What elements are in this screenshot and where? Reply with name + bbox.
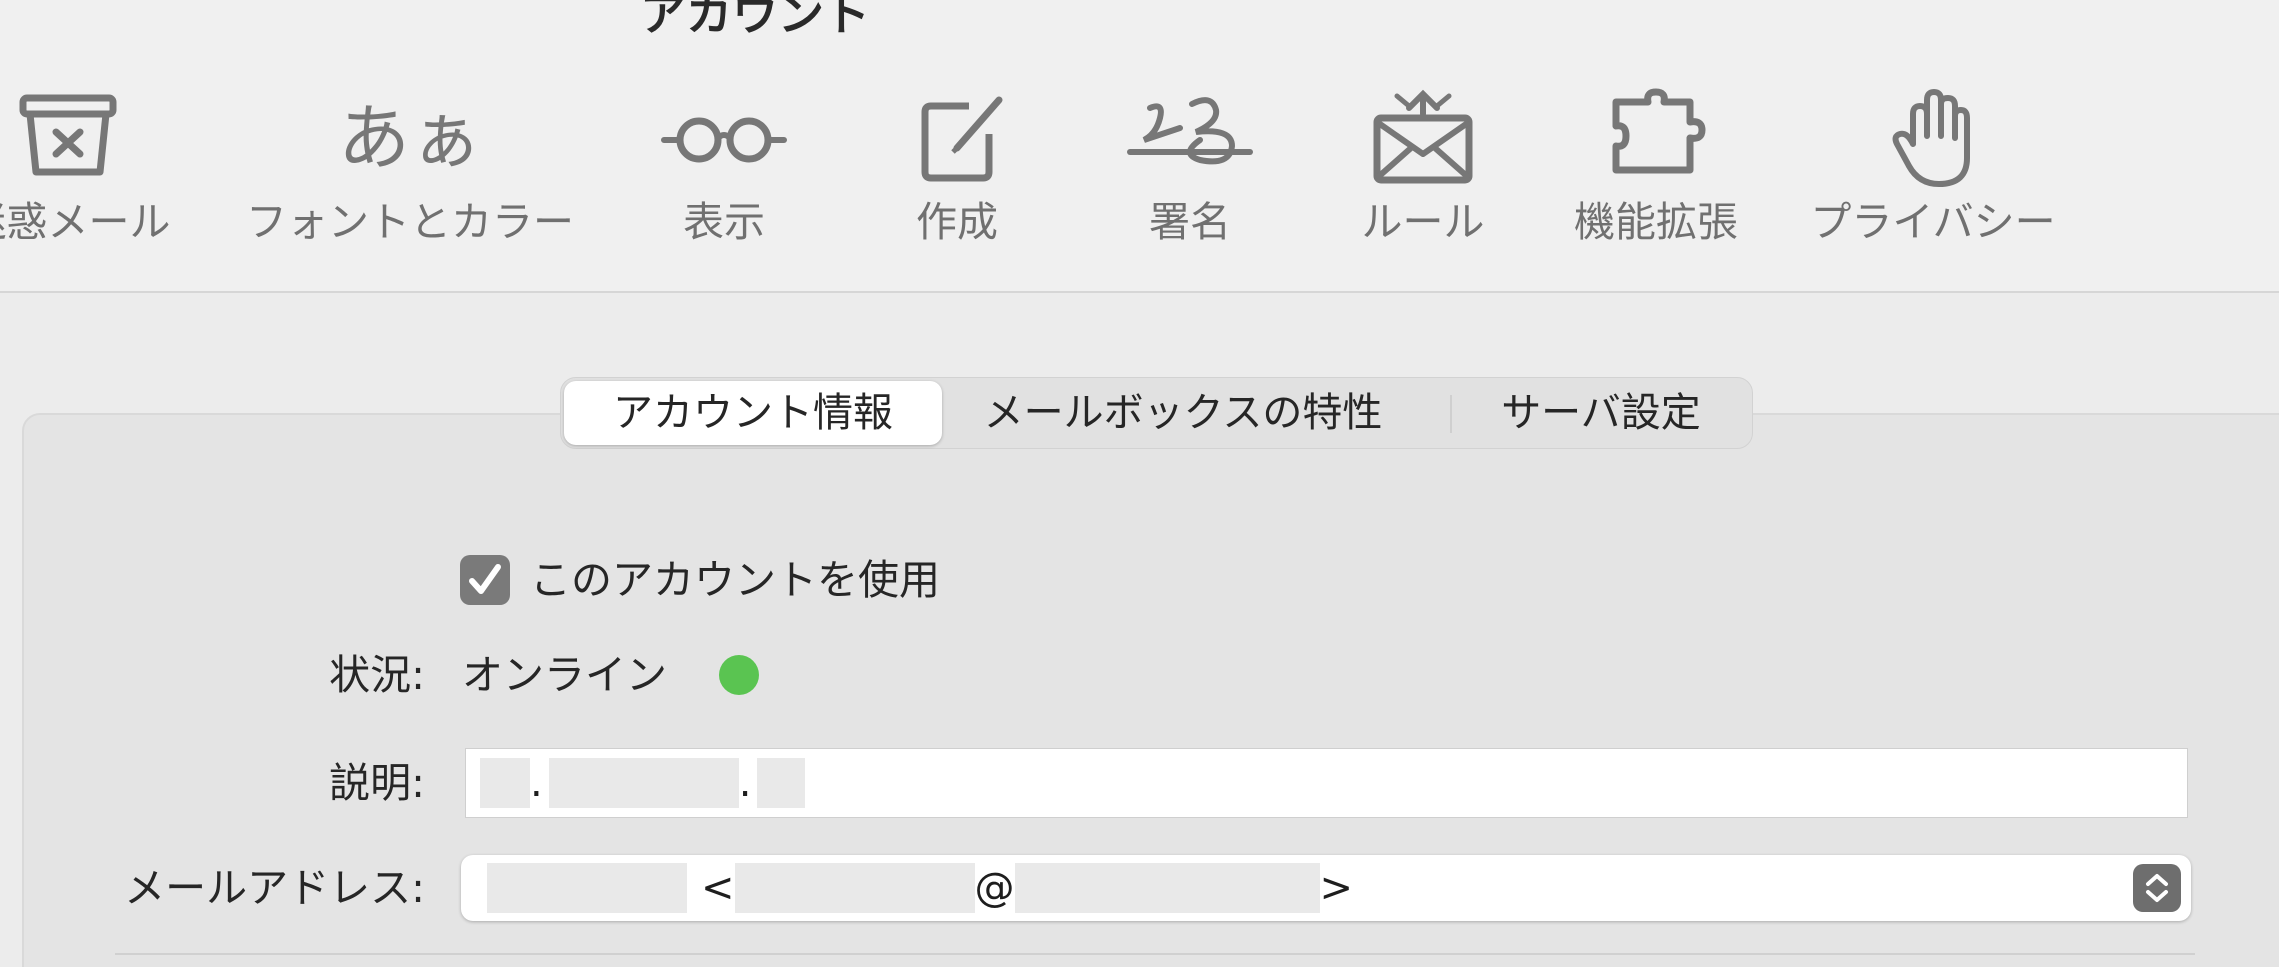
toolbar-item-privacy[interactable]: プライバシー	[1793, 0, 2073, 293]
toolbar-label: フォントとカラー	[246, 198, 574, 246]
compose-icon	[887, 88, 1027, 188]
redacted-text	[734, 863, 975, 913]
toolbar-label: 署名	[1149, 198, 1231, 246]
toolbar-item-signatures[interactable]: 署名	[1060, 0, 1320, 293]
redacted-text	[480, 758, 530, 808]
description-dot: .	[530, 760, 543, 806]
junk-mail-icon	[0, 88, 138, 188]
tab-account-info[interactable]: アカウント情報	[564, 381, 942, 445]
section-divider	[115, 953, 2195, 955]
description-field[interactable]: . .	[465, 748, 2188, 818]
glasses-icon	[654, 88, 794, 188]
redacted-text	[757, 758, 806, 808]
toolbar-item-junk-mail[interactable]: 迷惑メール	[0, 0, 188, 293]
signature-icon	[1120, 88, 1260, 188]
hand-icon	[1863, 88, 2003, 188]
email-bracket-open: <	[701, 865, 735, 911]
tab-divider	[1450, 395, 1452, 433]
description-label: 説明:	[329, 759, 425, 807]
toolbar-item-rules[interactable]: ルール	[1293, 0, 1553, 293]
puzzle-icon	[1586, 88, 1726, 188]
redacted-text	[1014, 863, 1320, 913]
toolbar-item-fonts-colors[interactable]: あぁ フォントとカラー	[240, 0, 580, 293]
fonts-colors-icon: あぁ	[310, 88, 510, 188]
email-label: メールアドレス:	[124, 864, 425, 912]
popup-stepper-icon[interactable]	[2133, 864, 2181, 912]
email-address-value: < @ >	[479, 855, 1353, 921]
toolbar-label: 表示	[683, 198, 765, 246]
redacted-text	[548, 758, 739, 808]
checkmark-icon	[469, 564, 501, 594]
email-bracket-close: >	[1319, 865, 1354, 911]
preferences-toolbar: アカウント 迷惑メール あぁ フォントとカラー	[0, 0, 2279, 293]
status-indicator	[719, 655, 759, 695]
toolbar-item-view[interactable]: 表示	[594, 0, 854, 293]
toolbar-label: ルール	[1361, 198, 1485, 246]
description-value: . .	[480, 749, 806, 817]
enable-account-checkbox[interactable]	[460, 555, 510, 605]
status-value: オンライン	[462, 651, 667, 699]
email-address-popup[interactable]: < @ >	[461, 855, 2191, 921]
rules-icon	[1353, 88, 1493, 188]
tab-server-settings[interactable]: サーバ設定	[1454, 381, 1748, 445]
toolbar-label: 機能拡張	[1574, 198, 1738, 246]
account-tabs: アカウント情報 メールボックスの特性 サーバ設定	[560, 377, 1753, 449]
toolbar-label: 迷惑メール	[0, 198, 171, 246]
tab-mailbox-behaviors[interactable]: メールボックスの特性	[944, 381, 1422, 445]
toolbar-item-compose[interactable]: 作成	[827, 0, 1087, 293]
description-dot: .	[738, 760, 752, 806]
toolbar-item-extensions[interactable]: 機能拡張	[1526, 0, 1786, 293]
toolbar-label: 作成	[916, 198, 998, 246]
toolbar-label: プライバシー	[1810, 198, 2056, 246]
fonts-colors-glyph: あぁ	[337, 96, 482, 180]
preferences-window: アカウント 迷惑メール あぁ フォントとカラー	[0, 0, 2279, 967]
enable-account-label: このアカウントを使用	[530, 556, 940, 604]
email-at-sign: @	[974, 865, 1015, 911]
status-label: 状況:	[329, 651, 425, 699]
redacted-text	[487, 863, 687, 913]
